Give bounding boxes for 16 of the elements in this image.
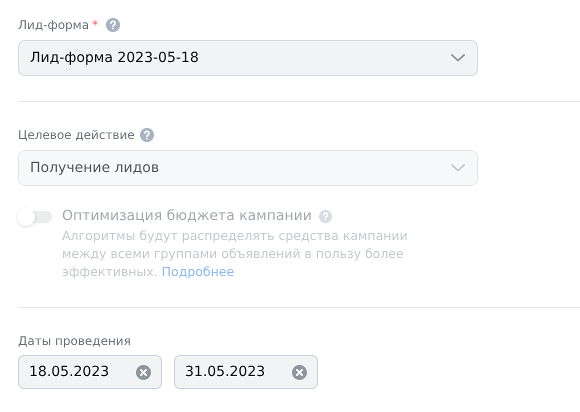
dropdown-select[interactable]: Лид-форма 2023-05-18 [18,40,478,76]
clear-icon[interactable] [292,364,307,380]
clear-icon[interactable] [136,364,151,380]
date-field[interactable]: 18.05.2023 [18,355,162,389]
required-mark: * [92,18,98,32]
field-label: Целевое действие [18,128,135,142]
help-icon[interactable] [318,210,332,222]
help-icon[interactable] [140,128,154,142]
chevron-down-icon [451,164,465,172]
field-label: Лид-форма [18,18,90,32]
help-icon[interactable] [106,18,120,32]
field-label: Даты проведения [18,334,131,348]
toggle-label: Оптимизация бюджета кампании [62,208,312,224]
date-field[interactable]: 31.05.2023 [174,355,318,389]
chevron-down-icon [451,54,465,62]
description-text: Алгоритмы будут распределять средства кампании между всеми группами объявлений в пользу более эффективных. Подробнее [62,227,409,281]
